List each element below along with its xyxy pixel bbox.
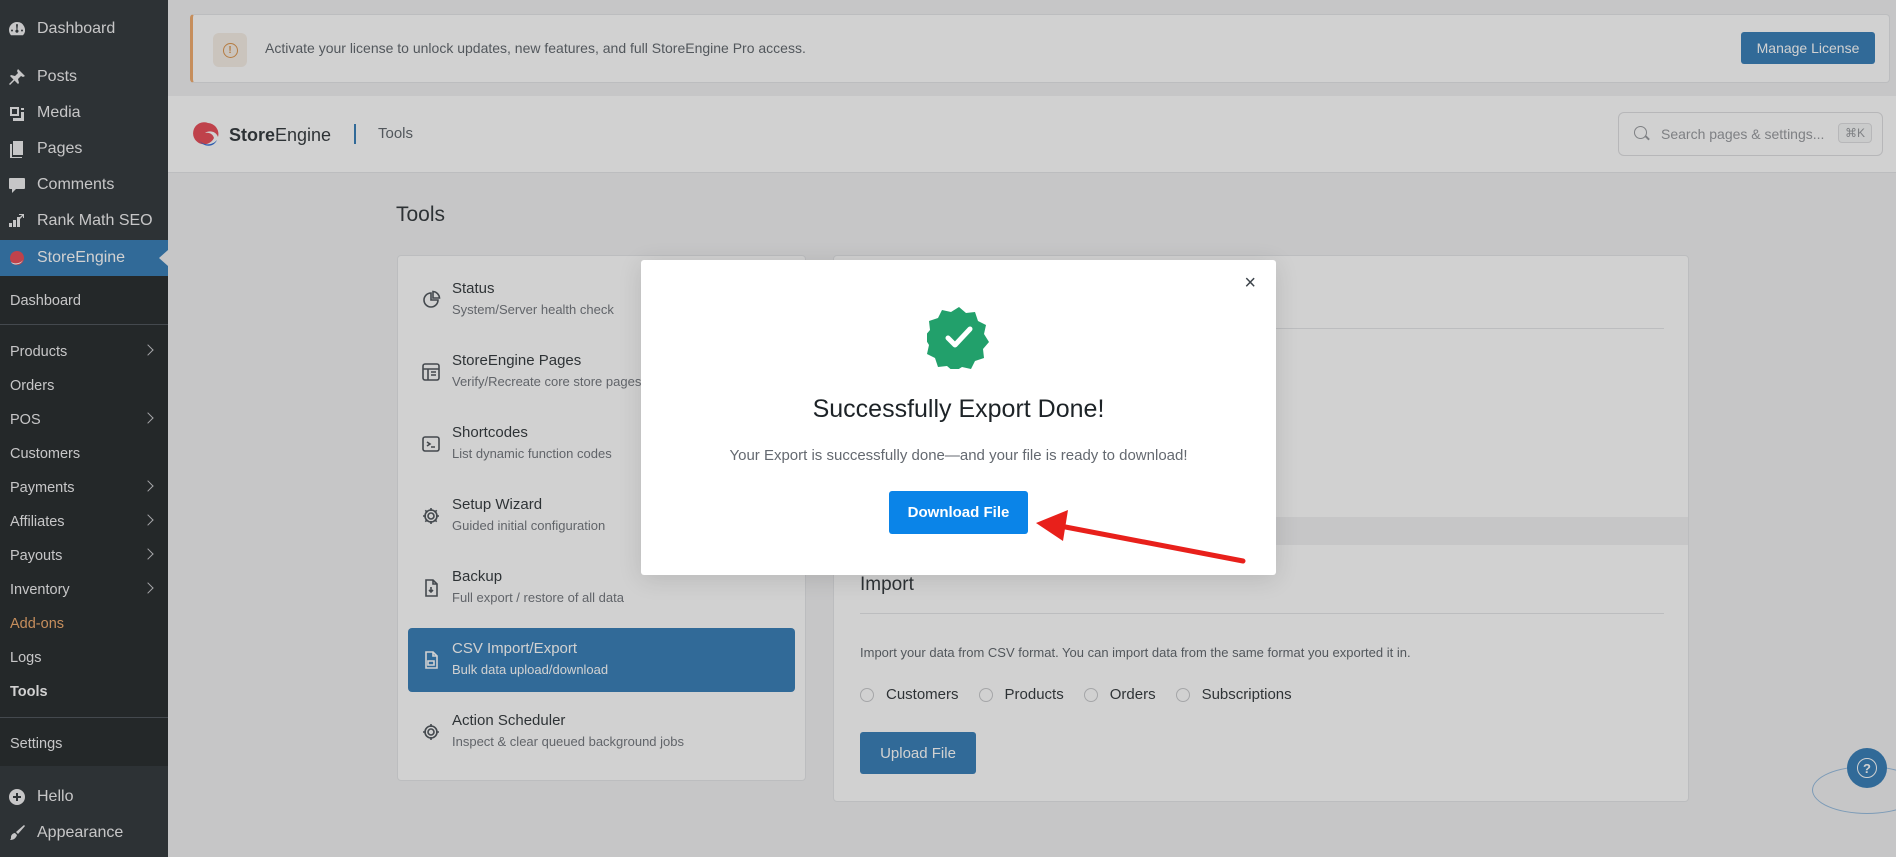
close-icon[interactable]: × (1244, 273, 1256, 293)
verified-badge-icon (927, 307, 989, 369)
modal-title: Successfully Export Done! (812, 395, 1105, 423)
modal-description: Your Export is successfully done—and you… (729, 447, 1188, 464)
download-file-button[interactable]: Download File (889, 491, 1028, 534)
export-success-modal: × Successfully Export Done! Your Export … (641, 260, 1276, 575)
